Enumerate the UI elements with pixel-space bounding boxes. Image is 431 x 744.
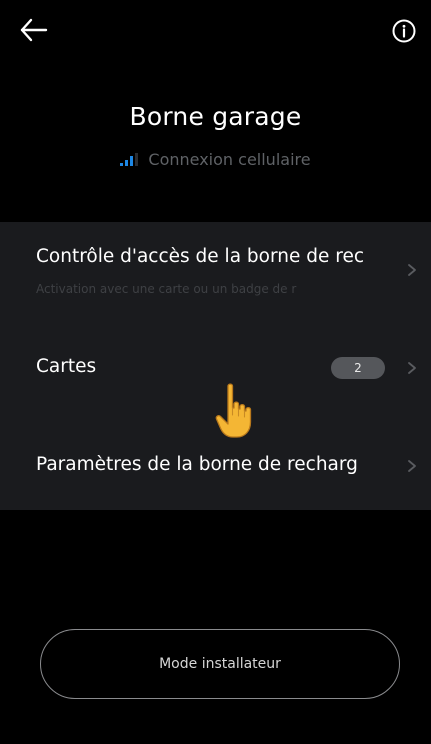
cards-count-badge: 2 [331, 357, 385, 379]
menu-item-title: Contrôle d'accès de la borne de rec [36, 246, 364, 267]
device-title: Borne garage [129, 102, 302, 131]
arrow-left-icon [20, 18, 48, 42]
menu-item-title: Cartes [36, 356, 97, 377]
connection-status: Connexion cellulaire [0, 150, 431, 169]
back-button[interactable] [16, 12, 52, 48]
chevron-right-icon [408, 264, 416, 276]
menu-item-title: Paramètres de la borne de recharg [36, 454, 358, 475]
installer-mode-button[interactable]: Mode installateur [40, 629, 400, 699]
menu-item-access-control[interactable]: Contrôle d'accès de la borne de rec Acti… [0, 222, 431, 318]
pointer-hand-icon [215, 383, 252, 438]
cellular-signal-icon [120, 153, 139, 166]
top-bar [0, 0, 431, 70]
chevron-right-icon [408, 362, 416, 374]
connection-label: Connexion cellulaire [148, 150, 311, 169]
info-circle-icon [392, 19, 416, 43]
settings-card: Contrôle d'accès de la borne de rec Acti… [0, 222, 431, 510]
info-button[interactable] [391, 18, 417, 44]
chevron-right-icon [408, 460, 416, 472]
menu-item-subtitle: Activation avec une carte ou un badge de… [36, 282, 297, 296]
